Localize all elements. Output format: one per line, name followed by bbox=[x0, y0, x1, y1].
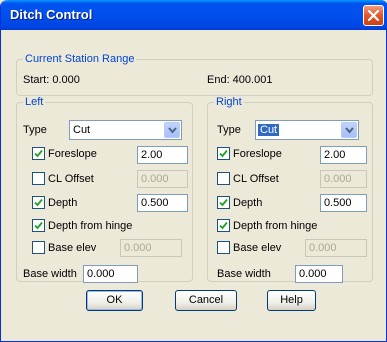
left-type-dropdown-button[interactable] bbox=[164, 122, 180, 138]
checkmark-icon bbox=[219, 198, 228, 207]
left-depth-from-hinge-checkbox[interactable] bbox=[32, 219, 45, 232]
right-type-select[interactable]: Cut bbox=[255, 120, 359, 140]
left-foreslope-label: Foreslope bbox=[48, 148, 97, 160]
right-base-elev-label: Base elev bbox=[233, 242, 282, 254]
left-foreslope-input[interactable]: 2.00 bbox=[137, 146, 188, 164]
checkmark-icon bbox=[34, 149, 43, 158]
right-cl-offset-input: 0.000 bbox=[320, 170, 367, 188]
right-base-elev-input: 0.000 bbox=[305, 239, 367, 257]
close-icon bbox=[368, 10, 379, 21]
right-foreslope-input[interactable]: 2.00 bbox=[320, 146, 367, 164]
right-cl-offset-label: CL Offset bbox=[233, 173, 279, 185]
left-foreslope-checkbox[interactable] bbox=[32, 147, 45, 160]
right-depth-from-hinge-checkbox[interactable] bbox=[217, 219, 230, 232]
help-button[interactable]: Help bbox=[267, 290, 316, 311]
right-depth-checkbox[interactable] bbox=[217, 196, 230, 209]
end-station: End: 400.001 bbox=[207, 74, 273, 86]
right-base-width-input[interactable]: 0.000 bbox=[295, 265, 343, 283]
right-type-value: Cut bbox=[258, 124, 280, 136]
left-depth-from-hinge-label: Depth from hinge bbox=[48, 220, 133, 232]
right-type-label: Type bbox=[217, 124, 241, 136]
left-depth-label: Depth bbox=[48, 197, 78, 209]
left-depth-input[interactable]: 0.500 bbox=[137, 194, 188, 212]
chevron-down-icon bbox=[345, 127, 354, 134]
left-type-label: Type bbox=[23, 124, 47, 136]
cancel-button[interactable]: Cancel bbox=[175, 290, 237, 311]
right-depth-from-hinge-label: Depth from hinge bbox=[233, 220, 318, 232]
left-cl-offset-label: CL Offset bbox=[48, 173, 94, 185]
right-depth-input[interactable]: 0.500 bbox=[320, 194, 367, 212]
right-cl-offset-checkbox[interactable] bbox=[217, 172, 230, 185]
chevron-down-icon bbox=[168, 127, 177, 134]
right-type-dropdown-button[interactable] bbox=[341, 122, 357, 138]
left-type-select[interactable]: Cut bbox=[69, 120, 182, 140]
left-depth-checkbox[interactable] bbox=[32, 196, 45, 209]
ditch-control-dialog: Ditch Control Current Station Range Star… bbox=[0, 0, 387, 342]
checkmark-icon bbox=[219, 221, 228, 230]
checkmark-icon bbox=[34, 198, 43, 207]
start-station: Start: 0.000 bbox=[23, 74, 80, 86]
right-base-elev-checkbox[interactable] bbox=[217, 241, 230, 254]
left-group-title: Left bbox=[23, 96, 46, 108]
right-depth-label: Depth bbox=[233, 197, 263, 209]
left-base-elev-checkbox[interactable] bbox=[32, 241, 45, 254]
right-group-title: Right bbox=[214, 96, 244, 108]
right-foreslope-checkbox[interactable] bbox=[217, 147, 230, 160]
ok-button[interactable]: OK bbox=[86, 290, 143, 311]
left-cl-offset-checkbox[interactable] bbox=[32, 172, 45, 185]
left-type-value: Cut bbox=[73, 124, 91, 136]
window-title: Ditch Control bbox=[10, 7, 93, 22]
left-base-width-label: Base width bbox=[23, 268, 77, 280]
left-base-elev-label: Base elev bbox=[48, 242, 97, 254]
title-bar[interactable]: Ditch Control bbox=[1, 0, 387, 30]
left-base-elev-input: 0.000 bbox=[120, 239, 182, 257]
checkmark-icon bbox=[34, 221, 43, 230]
right-base-width-label: Base width bbox=[217, 268, 271, 280]
left-base-width-input[interactable]: 0.000 bbox=[83, 265, 138, 283]
station-range-title: Current Station Range bbox=[23, 53, 137, 65]
left-cl-offset-input: 0.000 bbox=[137, 170, 188, 188]
close-button[interactable] bbox=[363, 5, 384, 26]
checkmark-icon bbox=[219, 149, 228, 158]
right-foreslope-label: Foreslope bbox=[233, 148, 282, 160]
